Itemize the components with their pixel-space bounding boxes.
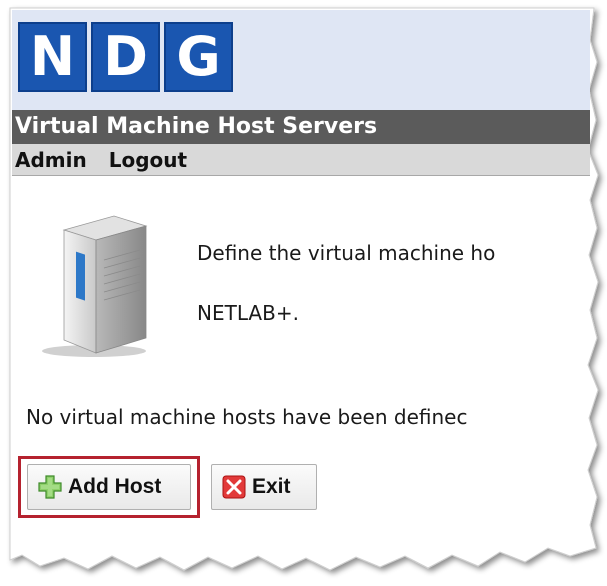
intro-line-1: Define the virtual machine ho	[197, 241, 496, 265]
logo-letter-d: D	[91, 22, 160, 92]
green-plus-icon	[38, 475, 62, 499]
menu-item-logout[interactable]: Logout	[109, 148, 187, 172]
exit-label: Exit	[252, 475, 291, 498]
empty-hosts-message: No virtual machine hosts have been defin…	[26, 405, 468, 429]
menu-bar: Admin Logout	[12, 144, 590, 176]
intro-line-2: NETLAB+.	[197, 301, 299, 325]
red-x-icon	[222, 475, 246, 499]
menu-item-admin[interactable]: Admin	[15, 148, 87, 172]
logo-letter-n: N	[18, 22, 87, 92]
intro-text: Define the virtual machine ho NETLAB+.	[197, 208, 597, 358]
exit-button[interactable]: Exit	[211, 464, 317, 510]
ndg-logo: N D G	[18, 22, 233, 92]
app-header: N D G	[12, 10, 590, 110]
screenshot: N D G Virtual Machine Host Servers Admin…	[0, 0, 607, 586]
add-host-label: Add Host	[68, 475, 162, 498]
logo-letter-g: G	[164, 22, 233, 92]
page-title: Virtual Machine Host Servers	[12, 110, 590, 144]
add-host-button[interactable]: Add Host	[27, 464, 191, 510]
server-tower-icon	[42, 215, 148, 357]
